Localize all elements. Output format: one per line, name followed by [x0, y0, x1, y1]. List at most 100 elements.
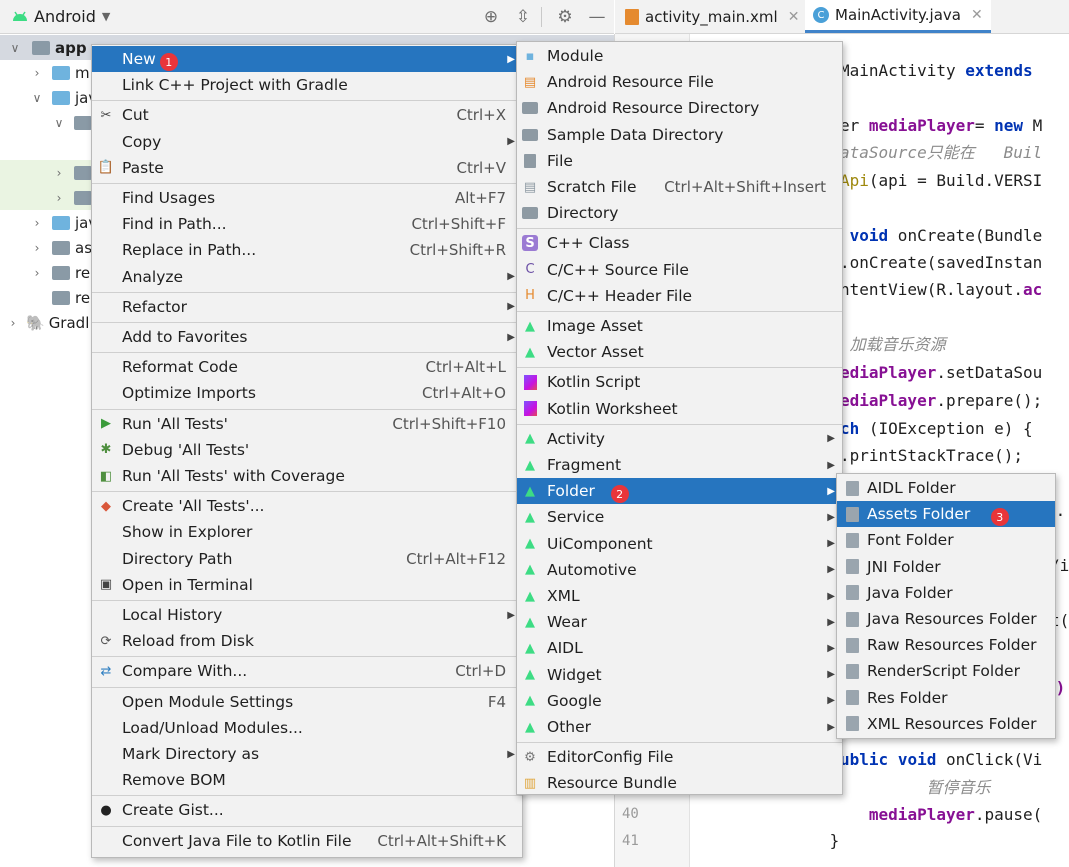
submenu-arrow-icon: ▶ — [507, 748, 515, 760]
menu-item-fragment[interactable]: ▲ Fragment ▶ — [517, 452, 842, 478]
menu-item-raw-resources-folder[interactable]: Raw Resources Folder — [837, 632, 1055, 658]
menu-item-create-gist[interactable]: ● Create Gist... — [92, 797, 522, 823]
menu-item-label: Find in Path... — [122, 215, 227, 234]
menu-item-file[interactable]: File — [517, 148, 842, 174]
locate-icon[interactable]: ⊕ — [480, 6, 502, 28]
chevron-right-icon[interactable]: › — [52, 166, 66, 180]
code-line: ediaPlayer.prepare(); — [840, 388, 1042, 414]
menu-item-vector-asset[interactable]: ▲ Vector Asset — [517, 339, 842, 365]
menu-item-font-folder[interactable]: Font Folder — [837, 527, 1055, 553]
menu-item-image-asset[interactable]: ▲ Image Asset — [517, 313, 842, 339]
menu-item-paste[interactable]: 📋 Paste Ctrl+V — [92, 155, 522, 181]
menu-item-copy[interactable]: Copy ▶ — [92, 129, 522, 155]
menu-item-open-module-settings[interactable]: Open Module Settings F4 — [92, 689, 522, 715]
code-token: Api — [840, 171, 869, 190]
menu-item-show-in-explorer[interactable]: Show in Explorer — [92, 519, 522, 545]
menu-item-automotive[interactable]: ▲ Automotive ▶ — [517, 557, 842, 583]
menu-item-load-unload-modules[interactable]: Load/Unload Modules... — [92, 715, 522, 741]
menu-item-replace-in-path[interactable]: Replace in Path... Ctrl+Shift+R — [92, 237, 522, 263]
menu-item-remove-bom[interactable]: Remove BOM — [92, 767, 522, 793]
menu-item-cut[interactable]: ✂ Cut Ctrl+X — [92, 102, 522, 128]
project-view-selector[interactable]: Android ▼ — [12, 6, 110, 26]
chevron-right-icon[interactable]: › — [30, 66, 44, 80]
tab-activity-main-xml[interactable]: activity_main.xml ✕ — [625, 0, 799, 33]
menu-item-directory-path[interactable]: Directory Path Ctrl+Alt+F12 — [92, 546, 522, 572]
menu-item-mark-directory-as[interactable]: Mark Directory as ▶ — [92, 741, 522, 767]
menu-item-run-all-tests[interactable]: ▶ Run 'All Tests' Ctrl+Shift+F10 — [92, 411, 522, 437]
chevron-down-icon[interactable]: ∨ — [30, 91, 44, 105]
menu-separator — [92, 322, 522, 323]
menu-item-editorconfig-file[interactable]: ⚙ EditorConfig File — [517, 744, 842, 770]
android-icon: ▲ — [525, 719, 535, 735]
menu-item-res-folder[interactable]: Res Folder — [837, 685, 1055, 711]
menu-item-uicomponent[interactable]: ▲ UiComponent ▶ — [517, 531, 842, 557]
menu-item-activity[interactable]: ▲ Activity ▶ — [517, 426, 842, 452]
menu-item-kotlin-worksheet[interactable]: Kotlin Worksheet — [517, 396, 842, 422]
menu-item-label: Create Gist... — [122, 801, 224, 820]
chevron-right-icon[interactable]: › — [30, 266, 44, 280]
menu-item-service[interactable]: ▲ Service ▶ — [517, 504, 842, 530]
close-icon[interactable]: ✕ — [971, 7, 983, 23]
submenu-arrow-icon: ▶ — [827, 564, 835, 576]
submenu-arrow-icon: ▶ — [827, 485, 835, 497]
tab-mainactivity-java[interactable]: C MainActivity.java ✕ — [805, 0, 991, 33]
chevron-right-icon[interactable]: › — [52, 191, 66, 205]
menu-item-sample-data-directory[interactable]: Sample Data Directory — [517, 122, 842, 148]
menu-item-java-resources-folder[interactable]: Java Resources Folder — [837, 606, 1055, 632]
menu-item-kotlin-script[interactable]: Kotlin Script — [517, 369, 842, 395]
menu-item-widget[interactable]: ▲ Widget ▶ — [517, 662, 842, 688]
menu-item-find-usages[interactable]: Find Usages Alt+F7 — [92, 185, 522, 211]
menu-item-reload-from-disk[interactable]: ⟳ Reload from Disk — [92, 628, 522, 654]
menu-item-renderscript-folder[interactable]: RenderScript Folder — [837, 658, 1055, 684]
menu-item-compare-with[interactable]: ⇄ Compare With... Ctrl+D — [92, 658, 522, 684]
menu-item-c-class[interactable]: S C++ Class — [517, 230, 842, 256]
menu-item-new[interactable]: New ▶ 1 — [92, 46, 522, 72]
menu-item-directory[interactable]: Directory — [517, 200, 842, 226]
gear-icon[interactable]: ⚙ — [554, 6, 576, 28]
code-token: (IOException e) { — [859, 419, 1033, 438]
close-icon[interactable]: ✕ — [788, 9, 800, 25]
menu-item-link-c-project-with-gradle[interactable]: Link C++ Project with Gradle — [92, 72, 522, 98]
menu-item-refactor[interactable]: Refactor ▶ — [92, 294, 522, 320]
chevron-down-icon[interactable]: ∨ — [8, 41, 22, 55]
menu-item-android-resource-directory[interactable]: Android Resource Directory — [517, 95, 842, 121]
chevron-down-icon[interactable]: ∨ — [52, 116, 66, 130]
android-icon: ▲ — [525, 693, 535, 709]
menu-item-c-c-header-file[interactable]: H C/C++ Header File — [517, 283, 842, 309]
menu-item-local-history[interactable]: Local History ▶ — [92, 602, 522, 628]
chevron-right-icon[interactable]: › — [6, 316, 20, 330]
menu-item-module[interactable]: ▪ Module — [517, 43, 842, 69]
menu-item-assets-folder[interactable]: Assets Folder 3 — [837, 501, 1055, 528]
menu-item-optimize-imports[interactable]: Optimize Imports Ctrl+Alt+O — [92, 380, 522, 406]
menu-item-label: Android Resource Directory — [547, 99, 760, 118]
menu-item-label: Wear — [547, 613, 587, 632]
menu-item-aidl[interactable]: ▲ AIDL ▶ — [517, 635, 842, 661]
menu-item-other[interactable]: ▲ Other ▶ — [517, 714, 842, 740]
minimize-icon[interactable]: — — [586, 6, 608, 28]
menu-item-debug-all-tests[interactable]: ✱ Debug 'All Tests' — [92, 437, 522, 463]
chevron-right-icon[interactable]: › — [30, 241, 44, 255]
menu-item-wear[interactable]: ▲ Wear ▶ — [517, 609, 842, 635]
menu-item-android-resource-file[interactable]: ▤ Android Resource File — [517, 69, 842, 95]
menu-item-convert-java-file-to-kotlin-file[interactable]: Convert Java File to Kotlin File Ctrl+Alt… — [92, 828, 522, 854]
menu-item-java-folder[interactable]: Java Folder — [837, 580, 1055, 606]
menu-item-find-in-path[interactable]: Find in Path... Ctrl+Shift+F — [92, 211, 522, 237]
menu-item-aidl-folder[interactable]: AIDL Folder — [837, 475, 1055, 501]
menu-item-jni-folder[interactable]: JNI Folder — [837, 554, 1055, 580]
menu-item-analyze[interactable]: Analyze ▶ — [92, 264, 522, 290]
collapse-all-icon[interactable]: ⇳ — [512, 6, 534, 28]
menu-item-c-c-source-file[interactable]: C C/C++ Source File — [517, 257, 842, 283]
menu-item-google[interactable]: ▲ Google ▶ — [517, 688, 842, 714]
menu-item-xml[interactable]: ▲ XML ▶ — [517, 583, 842, 609]
menu-item-create-all-tests[interactable]: ◆ Create 'All Tests'... — [92, 493, 522, 519]
menu-item-add-to-favorites[interactable]: Add to Favorites ▶ — [92, 324, 522, 350]
menu-item-folder[interactable]: ▲ Folder ▶ 2 — [517, 478, 842, 505]
menu-item-scratch-file[interactable]: ▤ Scratch File Ctrl+Alt+Shift+Insert — [517, 174, 842, 200]
menu-item-xml-resources-folder[interactable]: XML Resources Folder — [837, 711, 1055, 737]
menu-item-run-all-tests-with-coverage[interactable]: ◧ Run 'All Tests' with Coverage — [92, 463, 522, 489]
menu-item-label: Remove BOM — [122, 771, 226, 790]
chevron-right-icon[interactable]: › — [30, 216, 44, 230]
menu-item-reformat-code[interactable]: Reformat Code Ctrl+Alt+L — [92, 354, 522, 380]
menu-item-resource-bundle[interactable]: ▥ Resource Bundle — [517, 770, 842, 796]
menu-item-open-in-terminal[interactable]: ▣ Open in Terminal — [92, 572, 522, 598]
